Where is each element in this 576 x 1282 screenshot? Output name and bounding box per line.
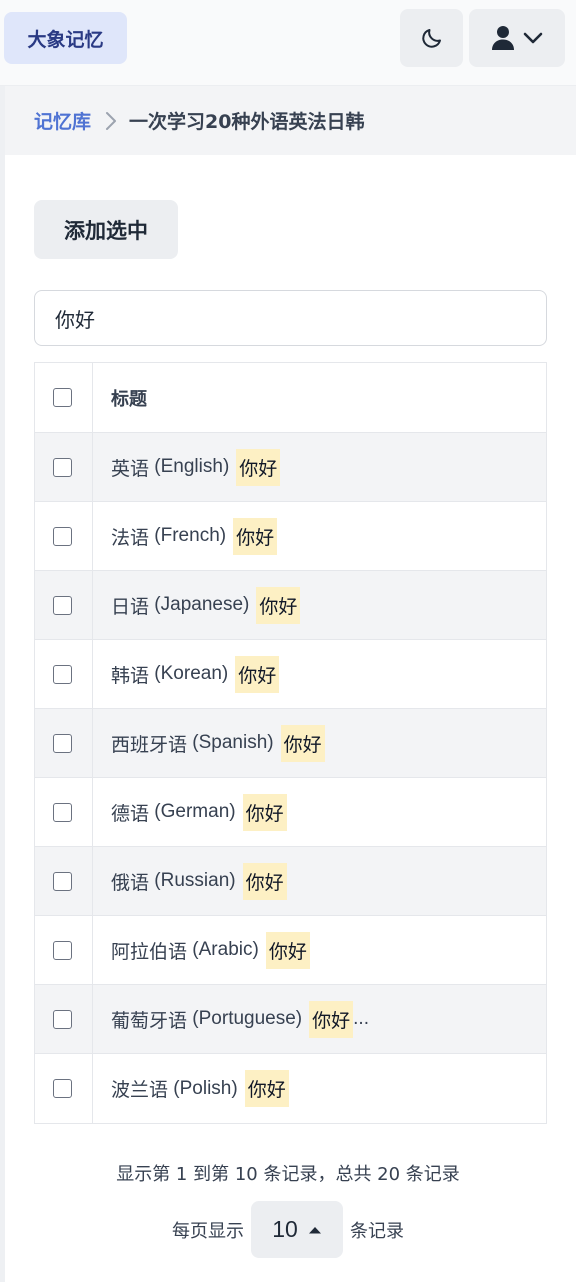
row-title-name: 英语 bbox=[111, 457, 150, 480]
memory-table: 标题 英语 (English) 你好 法语 (French) 你好 日语 (Japa… bbox=[34, 362, 547, 1124]
search-highlight: 你好 bbox=[256, 586, 301, 624]
search-highlight: 你好 bbox=[242, 862, 287, 900]
row-title-name: 波兰语 bbox=[111, 1079, 169, 1101]
search-highlight: 你好 bbox=[265, 931, 310, 969]
user-icon bbox=[492, 26, 514, 50]
search-highlight: 你好 bbox=[233, 517, 278, 555]
search-highlight: 你好 bbox=[242, 793, 287, 831]
row-title-name: 葡萄牙语 bbox=[111, 1009, 188, 1032]
row-checkbox[interactable] bbox=[53, 871, 72, 891]
breadcrumb-root-link[interactable]: 记忆库 bbox=[34, 107, 91, 134]
page-size-dropdown[interactable]: 10 bbox=[251, 1201, 343, 1258]
search-highlight: 你好 bbox=[235, 655, 280, 693]
search-input[interactable] bbox=[34, 290, 547, 346]
row-title-name: 西班牙语 bbox=[111, 733, 188, 756]
search-highlight: 你好 bbox=[244, 1070, 289, 1107]
row-title-lang: (Korean) bbox=[154, 663, 229, 684]
pagination-summary: 显示第 1 到第 10 条记录，总共 20 条记录 bbox=[116, 1164, 460, 1185]
table-header-row: 标题 bbox=[35, 363, 546, 433]
table-row[interactable]: 韩语 (Korean) 你好 bbox=[35, 640, 546, 709]
row-title-suffix: ... bbox=[353, 1008, 369, 1029]
table-row[interactable]: 德语 (German) 你好 bbox=[35, 778, 546, 847]
row-checkbox[interactable] bbox=[53, 457, 72, 477]
page-size-value: 10 bbox=[272, 1216, 298, 1242]
chevron-down-icon bbox=[523, 32, 543, 44]
row-title-lang: (Arabic) bbox=[192, 939, 259, 960]
table-row[interactable]: 西班牙语 (Spanish) 你好 bbox=[35, 709, 546, 778]
row-title-name: 韩语 bbox=[111, 664, 150, 687]
row-title-name: 德语 bbox=[111, 802, 150, 825]
row-title-lang: (Portuguese) bbox=[192, 1008, 303, 1029]
row-checkbox[interactable] bbox=[53, 940, 72, 960]
row-checkbox[interactable] bbox=[53, 1009, 72, 1029]
table-row[interactable]: 葡萄牙语 (Portuguese) 你好... bbox=[35, 985, 546, 1054]
chevron-right-icon bbox=[105, 111, 117, 131]
row-checkbox[interactable] bbox=[53, 664, 72, 684]
row-title-lang: (German) bbox=[154, 801, 236, 822]
row-title-lang: (Polish) bbox=[173, 1077, 238, 1099]
row-title-lang: (Spanish) bbox=[192, 732, 274, 753]
row-title-lang: (Russian) bbox=[154, 870, 236, 891]
row-checkbox[interactable] bbox=[53, 802, 72, 822]
row-checkbox[interactable] bbox=[53, 1079, 72, 1098]
table-row[interactable]: 波兰语 (Polish) 你好 bbox=[35, 1054, 546, 1123]
row-title-lang: (French) bbox=[154, 525, 227, 546]
row-title-name: 日语 bbox=[111, 595, 150, 618]
sidebar-rail bbox=[0, 86, 5, 1282]
table-row[interactable]: 阿拉伯语 (Arabic) 你好 bbox=[35, 916, 546, 985]
brand-logo-button[interactable]: 大象记忆 bbox=[4, 12, 127, 64]
breadcrumb-current: 一次学习20种外语英法日韩 bbox=[129, 111, 365, 133]
search-highlight: 你好 bbox=[309, 1000, 354, 1038]
add-selected-button[interactable]: 添加选中 bbox=[34, 200, 178, 259]
table-row[interactable]: 法语 (French) 你好 bbox=[35, 502, 546, 571]
search-highlight: 你好 bbox=[236, 448, 281, 486]
per-page-suffix: 条记录 bbox=[350, 1220, 404, 1242]
page-size-control: 每页显示 10 条记录 bbox=[0, 1201, 576, 1258]
row-title-lang: (English) bbox=[154, 456, 230, 477]
row-title-name: 阿拉伯语 bbox=[111, 940, 188, 963]
user-menu-button[interactable] bbox=[469, 9, 565, 67]
row-checkbox[interactable] bbox=[53, 733, 72, 753]
row-checkbox[interactable] bbox=[53, 526, 72, 546]
breadcrumb: 记忆库 一次学习20种外语英法日韩 bbox=[5, 86, 576, 155]
column-header-title: 标题 bbox=[111, 388, 147, 410]
row-title-lang: (Japanese) bbox=[154, 594, 250, 615]
row-title-name: 法语 bbox=[111, 526, 150, 549]
table-row[interactable]: 英语 (English) 你好 bbox=[35, 433, 546, 502]
select-all-checkbox[interactable] bbox=[53, 388, 72, 407]
row-checkbox[interactable] bbox=[53, 595, 72, 615]
top-navbar: 大象记忆 bbox=[0, 0, 576, 86]
row-title-name: 俄语 bbox=[111, 871, 150, 894]
caret-up-icon bbox=[308, 1226, 321, 1233]
table-row[interactable]: 俄语 (Russian) 你好 bbox=[35, 847, 546, 916]
theme-toggle-button[interactable] bbox=[400, 9, 463, 67]
moon-icon bbox=[421, 29, 441, 48]
per-page-prefix: 每页显示 bbox=[172, 1220, 244, 1242]
search-highlight: 你好 bbox=[280, 724, 325, 762]
table-row[interactable]: 日语 (Japanese) 你好 bbox=[35, 571, 546, 640]
